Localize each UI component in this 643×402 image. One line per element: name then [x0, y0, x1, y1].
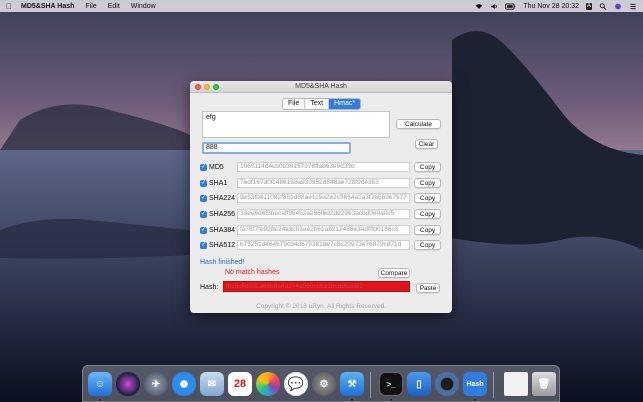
- status-match-text: No match hashes: [225, 269, 280, 276]
- sha1-value-field[interactable]: 7edf167d0fc486158a930952d848ae728f9d4353: [237, 178, 410, 188]
- sha224-label: SHA224: [209, 195, 236, 202]
- clear-button[interactable]: Clear: [415, 139, 438, 149]
- sha224-checkbox[interactable]: ✓: [200, 195, 207, 202]
- menu-window[interactable]: Window: [131, 3, 156, 10]
- dock: ☺ ✈ ✉ 28 💬 ⚙ ⚒ >_ ▯ Hash 🗑: [82, 365, 560, 402]
- window-titlebar[interactable]: MD5&SHA Hash: [190, 81, 452, 93]
- hash-app-icon[interactable]: Hash: [463, 372, 487, 396]
- input-text-area[interactable]: efg: [202, 111, 390, 138]
- md5-checkbox[interactable]: ✓: [200, 164, 207, 171]
- menu-edit[interactable]: Edit: [108, 3, 120, 10]
- quicktime-icon[interactable]: [435, 372, 459, 396]
- mail-icon[interactable]: ✉: [200, 372, 224, 396]
- document-icon[interactable]: [504, 372, 528, 396]
- sha1-checkbox[interactable]: ✓: [200, 180, 207, 187]
- hash-row-sha512: ✓ SHA512 b75251d464679cd4d675381be7c8c20…: [200, 240, 450, 251]
- sha512-label: SHA512: [209, 242, 236, 249]
- hmac-key-field[interactable]: 888: [202, 142, 351, 154]
- sha1-copy-button[interactable]: Copy: [414, 178, 441, 188]
- paste-button[interactable]: Paste: [416, 283, 440, 293]
- compare-hash-field[interactable]: f6c0c5d3dca66b9a4a274a560cc531bcdd52d92: [223, 281, 410, 292]
- status-finished-text: Hash finished!: [200, 259, 245, 266]
- sha384-label: SHA384: [209, 227, 236, 234]
- sha384-copy-button[interactable]: Copy: [414, 225, 441, 235]
- sha224-copy-button[interactable]: Copy: [414, 193, 441, 203]
- md5-label: MD5: [209, 164, 224, 171]
- compare-button[interactable]: Compare: [378, 268, 410, 278]
- tab-hmac[interactable]: Hmac*: [329, 99, 361, 109]
- sha384-value-field[interactable]: fa76f7fe928e24a9c53ae2b61a5212488e34df0d…: [237, 225, 410, 235]
- md5-copy-button[interactable]: Copy: [414, 162, 441, 172]
- close-window-button[interactable]: [195, 84, 201, 90]
- apple-menu-icon[interactable]: : [6, 2, 12, 11]
- tab-text[interactable]: Text: [305, 99, 330, 109]
- keynote-icon[interactable]: ▯: [407, 372, 431, 396]
- window-title: MD5&SHA Hash: [295, 83, 347, 90]
- safari-icon[interactable]: [172, 372, 196, 396]
- volume-icon[interactable]: [490, 3, 498, 10]
- menu-bar:  MD5&SHA Hash File Edit Window Thu Nov …: [0, 0, 643, 12]
- photos-icon[interactable]: [256, 372, 280, 396]
- minimize-window-button[interactable]: [204, 84, 210, 90]
- sha256-value-field[interactable]: 33ee6d6f5becaff55452a296f6d2dd2963acbd06…: [237, 209, 410, 219]
- sha512-copy-button[interactable]: Copy: [414, 240, 441, 250]
- terminal-icon[interactable]: >_: [379, 372, 403, 396]
- siri-icon[interactable]: [116, 372, 140, 396]
- hash-app-window: MD5&SHA Hash File Text Hmac* efg Calcula…: [190, 81, 452, 313]
- sha256-copy-button[interactable]: Copy: [414, 209, 441, 219]
- battery-icon[interactable]: [505, 2, 516, 10]
- sha224-value-field[interactable]: 9e53fb811092f851d88ae1c5a2e2c5664a1a3f76…: [237, 193, 410, 203]
- calendar-icon[interactable]: 28: [228, 372, 252, 396]
- zoom-window-button[interactable]: [213, 84, 219, 90]
- sha384-checkbox[interactable]: ✓: [200, 227, 207, 234]
- tab-file[interactable]: File: [283, 99, 306, 109]
- hash-row-sha256: ✓ SHA256 33ee6d6f5becaff55452a296f6d2dd2…: [200, 209, 450, 220]
- spotlight-search-icon[interactable]: [599, 2, 607, 10]
- notification-center-icon[interactable]: [629, 3, 637, 10]
- hash-row-sha1: ✓ SHA1 7edf167d0fc486158a930952d848ae728…: [200, 178, 450, 189]
- sha256-label: SHA256: [209, 211, 236, 218]
- hash-row-md5: ✓ MD5 1060114d4cb0b39157978ffa863e9d39b …: [200, 162, 450, 173]
- sha256-checkbox[interactable]: ✓: [200, 211, 207, 218]
- system-preferences-icon[interactable]: ⚙: [312, 372, 336, 396]
- wifi-icon[interactable]: [475, 3, 483, 10]
- hash-row-sha224: ✓ SHA224 9e53fb811092f851d88ae1c5a2e2c56…: [200, 193, 450, 204]
- xcode-icon[interactable]: ⚒: [340, 372, 364, 396]
- mode-tabs: File Text Hmac*: [282, 98, 362, 110]
- finder-icon[interactable]: ☺: [88, 372, 112, 396]
- md5-value-field[interactable]: 1060114d4cb0b39157978ffa863e9d39b: [237, 162, 410, 172]
- sha512-value-field[interactable]: b75251d464679cd4d675381be7c8c20973e76879…: [237, 240, 410, 250]
- app-menu[interactable]: MD5&SHA Hash: [21, 3, 74, 10]
- messages-icon[interactable]: 💬: [284, 372, 308, 396]
- copyright-text: Copyright © 2018 uRyn. All Rights Reserv…: [256, 303, 386, 310]
- sha1-label: SHA1: [209, 180, 228, 187]
- menu-file[interactable]: File: [85, 3, 96, 10]
- input-source-icon[interactable]: A: [585, 2, 592, 10]
- clock[interactable]: Thu Nov 28 20:32: [523, 3, 579, 10]
- hash-label: Hash:: [200, 284, 219, 291]
- launchpad-icon[interactable]: ✈: [144, 372, 168, 396]
- hash-row-sha384: ✓ SHA384 fa76f7fe928e24a9c53ae2b61a52124…: [200, 225, 450, 236]
- calculate-button[interactable]: Calculate: [396, 119, 441, 129]
- sha512-checkbox[interactable]: ✓: [200, 242, 207, 249]
- trash-icon[interactable]: 🗑: [532, 372, 556, 396]
- siri-icon[interactable]: [614, 3, 622, 10]
